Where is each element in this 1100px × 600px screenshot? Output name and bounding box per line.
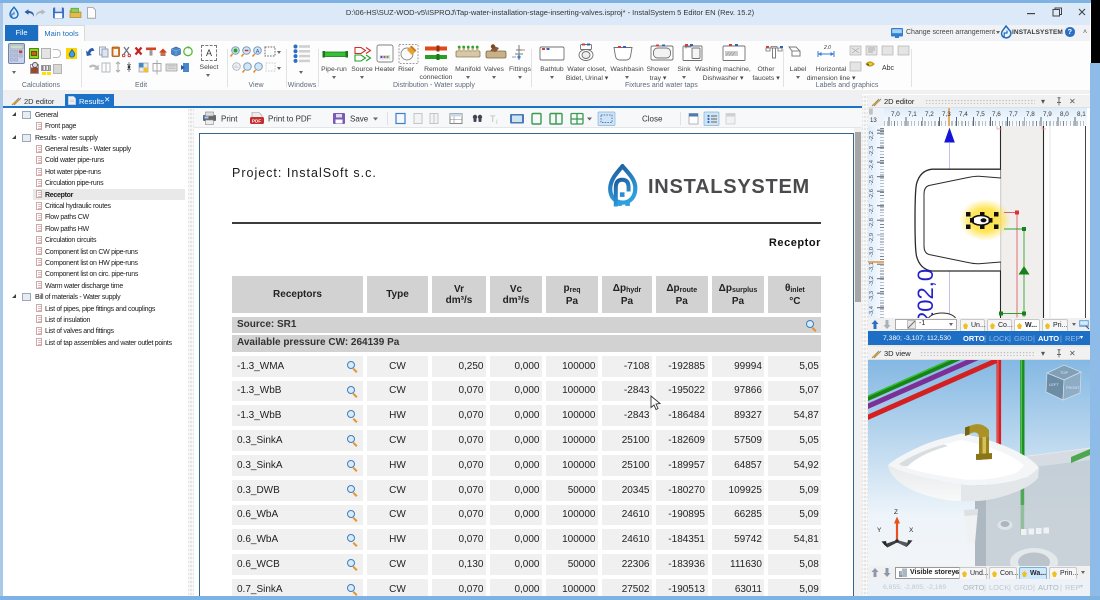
svg-text:Print to PDF: Print to PDF bbox=[268, 115, 312, 124]
svg-text:Save: Save bbox=[350, 115, 369, 124]
svg-text:Close: Close bbox=[642, 115, 663, 124]
svg-text:Print: Print bbox=[221, 115, 238, 124]
svg-text:202,0: 202,0 bbox=[913, 269, 938, 318]
svg-text:Y: Y bbox=[877, 527, 882, 534]
svg-text:A: A bbox=[256, 49, 260, 55]
svg-text:Abc: Abc bbox=[882, 65, 895, 72]
svg-text:I: I bbox=[496, 120, 498, 126]
svg-text:TOP: TOP bbox=[1060, 370, 1068, 375]
svg-text:PDF: PDF bbox=[252, 119, 261, 124]
svg-text:FRONT: FRONT bbox=[1066, 385, 1080, 390]
svg-text:Z: Z bbox=[894, 509, 898, 516]
svg-text:X: X bbox=[909, 527, 914, 534]
svg-text:LEFT: LEFT bbox=[1049, 382, 1059, 387]
svg-text:2.0: 2.0 bbox=[823, 45, 831, 51]
